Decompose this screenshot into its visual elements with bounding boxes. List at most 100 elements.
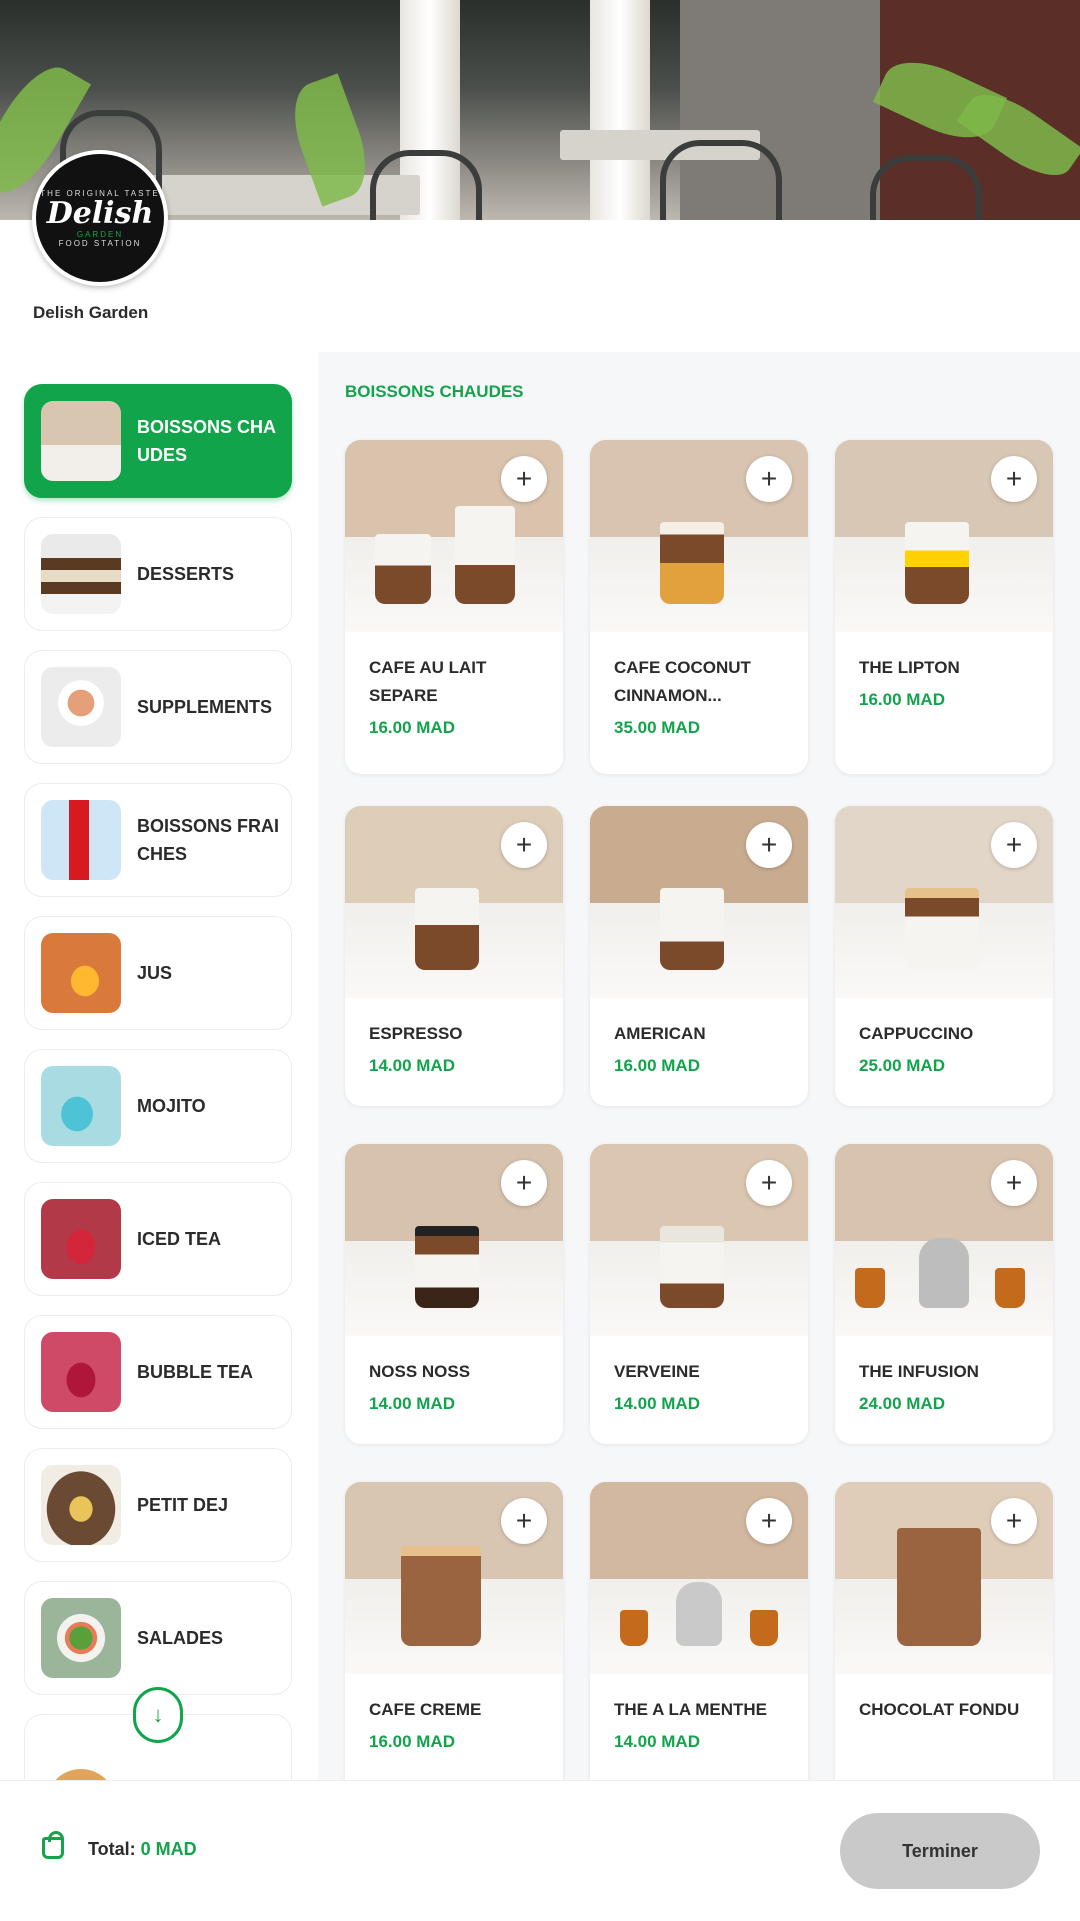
category-thumbnail	[41, 1199, 121, 1279]
product-name: CAPPUCCINO	[859, 1024, 974, 1043]
cart-total: Total: 0 MAD	[88, 1839, 197, 1860]
category-iced-tea[interactable]: ICED TEA	[24, 1182, 292, 1296]
category-thumbnail	[41, 1066, 121, 1146]
product-card[interactable]: + ESPRESSO 14.00 MAD	[345, 806, 563, 1106]
logo-bottom-text: FOOD STATION	[58, 238, 142, 248]
add-to-cart-button[interactable]: +	[501, 822, 547, 868]
product-card[interactable]: + CAFE COCONUT CINNAMON... 35.00 MAD	[590, 440, 808, 774]
product-price: 35.00 MAD	[614, 718, 700, 737]
section-title: BOISSONS CHAUDES	[345, 382, 524, 401]
product-name: AMERICAN	[614, 1024, 706, 1043]
add-to-cart-button[interactable]: +	[746, 456, 792, 502]
category-thumbnail	[41, 1598, 121, 1678]
category-label: BOISSONS CHAUDES	[137, 417, 277, 465]
product-name: CAFE CREME	[369, 1700, 482, 1719]
category-thumbnail	[41, 800, 121, 880]
add-to-cart-button[interactable]: +	[501, 456, 547, 502]
plus-icon: +	[760, 463, 778, 494]
product-image: +	[590, 806, 808, 998]
product-name: CAFE COCONUT CINNAMON...	[614, 658, 751, 705]
plus-icon: +	[1005, 829, 1023, 860]
add-to-cart-button[interactable]: +	[746, 822, 792, 868]
product-name: CHOCOLAT FONDU	[859, 1700, 1020, 1719]
category-label: MOJITO	[137, 1096, 206, 1116]
product-image: +	[345, 1144, 563, 1336]
product-name: NOSS NOSS	[369, 1362, 471, 1381]
add-to-cart-button[interactable]: +	[991, 1498, 1037, 1544]
product-card[interactable]: + VERVEINE 14.00 MAD	[590, 1144, 808, 1444]
category-petit-dej[interactable]: PETIT DEJ	[24, 1448, 292, 1562]
product-price: 16.00 MAD	[614, 1056, 700, 1075]
product-image: +	[345, 1482, 563, 1674]
product-card[interactable]: + NOSS NOSS 14.00 MAD	[345, 1144, 563, 1444]
category-bubble-tea[interactable]: BUBBLE TEA	[24, 1315, 292, 1429]
category-label: SALADES	[137, 1628, 224, 1648]
category-mojito[interactable]: MOJITO	[24, 1049, 292, 1163]
category-label: ICED TEA	[137, 1229, 222, 1249]
product-price: 14.00 MAD	[614, 1394, 700, 1413]
product-image: +	[590, 1144, 808, 1336]
category-boissons-chaudes[interactable]: BOISSONS CHAUDES	[24, 384, 292, 498]
product-image: +	[345, 440, 563, 632]
category-label: SUPPLEMENTS	[137, 697, 273, 717]
category-boissons-fraiches[interactable]: BOISSONS FRAICHES	[24, 783, 292, 897]
plus-icon: +	[1005, 1167, 1023, 1198]
arrow-down-icon: ↓	[152, 1702, 164, 1727]
product-price: 16.00 MAD	[369, 1732, 455, 1751]
category-supplements[interactable]: SUPPLEMENTS	[24, 650, 292, 764]
plus-icon: +	[760, 829, 778, 860]
product-price: 14.00 MAD	[614, 1732, 700, 1751]
shopping-bag-icon	[42, 1831, 64, 1859]
product-card[interactable]: + CHOCOLAT FONDU	[835, 1482, 1053, 1780]
product-price: 14.00 MAD	[369, 1394, 455, 1413]
product-price: 25.00 MAD	[859, 1056, 945, 1075]
product-name: ESPRESSO	[369, 1024, 463, 1043]
product-image: +	[835, 806, 1053, 998]
plus-icon: +	[515, 1505, 533, 1536]
product-price: 16.00 MAD	[859, 690, 945, 709]
scroll-down-button[interactable]: ↓	[133, 1687, 183, 1743]
product-image: +	[835, 1144, 1053, 1336]
logo-wordmark: Delish	[46, 195, 154, 231]
plus-icon: +	[515, 829, 533, 860]
product-image: +	[345, 806, 563, 998]
category-thumbnail	[41, 933, 121, 1013]
category-label: JUS	[137, 963, 173, 983]
product-price: 16.00 MAD	[369, 718, 455, 737]
category-jus[interactable]: JUS	[24, 916, 292, 1030]
add-to-cart-button[interactable]: +	[991, 822, 1037, 868]
cover-photo	[0, 0, 1080, 220]
category-thumbnail	[41, 401, 121, 481]
product-card[interactable]: + CAFE CREME 16.00 MAD	[345, 1482, 563, 1780]
plus-icon: +	[1005, 1505, 1023, 1536]
product-price: 14.00 MAD	[369, 1056, 455, 1075]
total-label: Total:	[88, 1839, 136, 1859]
add-to-cart-button[interactable]: +	[991, 456, 1037, 502]
product-card[interactable]: + THE INFUSION 24.00 MAD	[835, 1144, 1053, 1444]
restaurant-logo: THE ORIGINAL TASTE Delish GARDEN FOOD ST…	[32, 150, 168, 286]
add-to-cart-button[interactable]: +	[501, 1498, 547, 1544]
add-to-cart-button[interactable]: +	[746, 1160, 792, 1206]
product-card[interactable]: + THE A LA MENTHE 14.00 MAD	[590, 1482, 808, 1780]
product-card[interactable]: + AMERICAN 16.00 MAD	[590, 806, 808, 1106]
add-to-cart-button[interactable]: +	[991, 1160, 1037, 1206]
product-image: +	[590, 440, 808, 632]
logo-sub-text: GARDEN	[76, 229, 124, 239]
product-grid-area: BOISSONS CHAUDES + CAFE AU LAIT SEPARE 1…	[318, 352, 1080, 1780]
category-sidebar: BOISSONS CHAUDES DESSERTS SUPPLEMENTS BO…	[0, 352, 318, 1804]
plus-icon: +	[515, 1167, 533, 1198]
product-card[interactable]: + CAFE AU LAIT SEPARE 16.00 MAD	[345, 440, 563, 774]
category-label: BOISSONS FRAICHES	[137, 816, 280, 864]
plus-icon: +	[760, 1167, 778, 1198]
product-image: +	[835, 440, 1053, 632]
finish-order-button[interactable]: Terminer	[840, 1813, 1040, 1889]
product-card[interactable]: + THE LIPTON 16.00 MAD	[835, 440, 1053, 774]
product-card[interactable]: + CAPPUCCINO 25.00 MAD	[835, 806, 1053, 1106]
category-desserts[interactable]: DESSERTS	[24, 517, 292, 631]
add-to-cart-button[interactable]: +	[501, 1160, 547, 1206]
category-salades[interactable]: SALADES	[24, 1581, 292, 1695]
product-name: THE A LA MENTHE	[614, 1700, 767, 1719]
category-thumbnail	[41, 667, 121, 747]
add-to-cart-button[interactable]: +	[746, 1498, 792, 1544]
product-name: THE INFUSION	[859, 1362, 979, 1381]
